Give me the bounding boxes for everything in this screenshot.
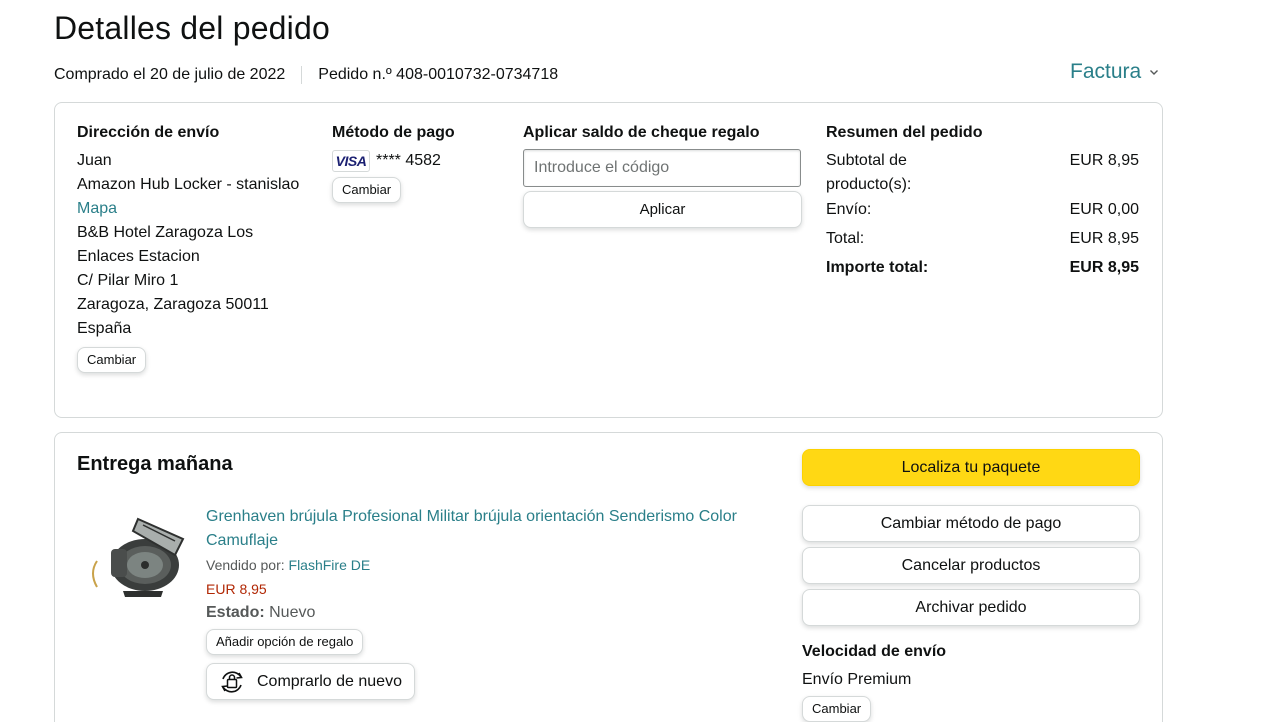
gift-card-heading: Aplicar saldo de cheque regalo xyxy=(523,124,760,141)
buy-again-label: Comprarlo de nuevo xyxy=(257,672,402,690)
order-info-box: Dirección de envío Juan Amazon Hub Locke… xyxy=(54,102,1163,418)
product-image[interactable] xyxy=(83,509,195,605)
address-locker: Amazon Hub Locker - stanislao xyxy=(77,176,300,193)
condition-label: Estado: xyxy=(206,604,265,621)
order-summary-section: Resumen del pedido Subtotal de producto(… xyxy=(826,123,1146,280)
delivery-title: Entrega mañana xyxy=(77,453,233,475)
summary-label: Envío: xyxy=(826,201,872,218)
shipping-speed-section: Velocidad de envío Envío Premium Cambiar xyxy=(802,640,1140,722)
gift-code-input[interactable] xyxy=(523,149,801,187)
add-gift-option-button[interactable]: Añadir opción de regalo xyxy=(206,629,364,655)
order-number: Pedido n.º 408-0010732-0734718 xyxy=(318,66,559,83)
order-meta: Comprado el 20 de julio de 2022 Pedido n… xyxy=(54,66,558,84)
card-masked-number: **** 4582 xyxy=(376,152,441,169)
product-info: Grenhaven brújula Profesional Militar br… xyxy=(206,505,766,705)
address-line3: C/ Pilar Miro 1 xyxy=(77,272,179,289)
summary-row-subtotal: Subtotal de producto(s): EUR 8,95 xyxy=(826,149,1139,197)
track-package-button[interactable]: Localiza tu paquete xyxy=(802,449,1140,486)
summary-heading: Resumen del pedido xyxy=(826,124,983,141)
address-line2: Enlaces Estacion xyxy=(77,248,200,265)
buy-again-icon xyxy=(221,670,243,693)
buy-again-button[interactable]: Comprarlo de nuevo xyxy=(206,663,415,700)
product-condition: Estado: Nuevo xyxy=(206,601,766,625)
chevron-down-icon xyxy=(1150,70,1159,75)
visa-card-icon: VISA xyxy=(332,150,370,172)
address-line1: B&B Hotel Zaragoza Los xyxy=(77,224,254,241)
grand-total-label: Importe total: xyxy=(826,259,929,276)
change-shipping-speed-button[interactable]: Cambiar xyxy=(802,696,872,722)
shipping-speed-heading: Velocidad de envío xyxy=(802,643,947,660)
change-address-button[interactable]: Cambiar xyxy=(77,347,147,373)
invoice-dropdown[interactable]: Factura xyxy=(1070,60,1159,84)
product-price: EUR 8,95 xyxy=(206,581,267,597)
payment-section: Método de pago VISA **** 4582 Cambiar xyxy=(332,123,512,203)
order-actions: Localiza tu paquete Cambiar método de pa… xyxy=(802,449,1140,722)
cancel-items-button[interactable]: Cancelar productos xyxy=(802,547,1140,584)
address-country: España xyxy=(77,320,132,337)
page-title: Detalles del pedido xyxy=(54,10,330,46)
sold-by: Vendido por: FlashFire DE xyxy=(206,553,766,577)
purchase-date: Comprado el 20 de julio de 2022 xyxy=(54,66,286,83)
invoice-label: Factura xyxy=(1070,60,1142,83)
summary-value: EUR 8,95 xyxy=(1069,230,1139,247)
payment-heading: Método de pago xyxy=(332,124,455,141)
meta-divider xyxy=(301,66,303,84)
map-link[interactable]: Mapa xyxy=(77,197,327,221)
payment-card: VISA **** 4582 xyxy=(332,149,512,173)
address-name: Juan xyxy=(77,152,112,169)
change-payment-method-button[interactable]: Cambiar método de pago xyxy=(802,505,1140,542)
summary-label: Total: xyxy=(826,230,865,247)
seller-link[interactable]: FlashFire DE xyxy=(289,557,371,573)
shipping-address-heading: Dirección de envío xyxy=(77,124,220,141)
summary-row-shipping: Envío: EUR 0,00 xyxy=(826,198,1139,222)
delivery-box: Entrega mañana Grenhaven brújula Profesi… xyxy=(54,432,1163,722)
sold-by-label: Vendido por: xyxy=(206,557,285,573)
change-payment-button[interactable]: Cambiar xyxy=(332,177,402,203)
address-line4: Zaragoza, Zaragoza 50011 xyxy=(77,296,269,313)
shipping-speed-value: Envío Premium xyxy=(802,671,912,688)
archive-order-button[interactable]: Archivar pedido xyxy=(802,589,1140,626)
product-title-link[interactable]: Grenhaven brújula Profesional Militar br… xyxy=(206,505,766,553)
condition-value: Nuevo xyxy=(269,604,316,621)
shipping-address-section: Dirección de envío Juan Amazon Hub Locke… xyxy=(77,123,327,373)
summary-label: Subtotal de producto(s): xyxy=(826,152,912,193)
summary-value: EUR 8,95 xyxy=(1069,152,1139,169)
gift-card-section: Aplicar saldo de cheque regalo Aplicar xyxy=(523,123,813,228)
summary-value: EUR 0,00 xyxy=(1069,201,1139,218)
apply-gift-button[interactable]: Aplicar xyxy=(523,191,802,228)
summary-row-total: Total: EUR 8,95 xyxy=(826,227,1139,251)
summary-row-grand-total: Importe total: EUR 8,95 xyxy=(826,256,1139,280)
grand-total-value: EUR 8,95 xyxy=(1069,259,1139,276)
